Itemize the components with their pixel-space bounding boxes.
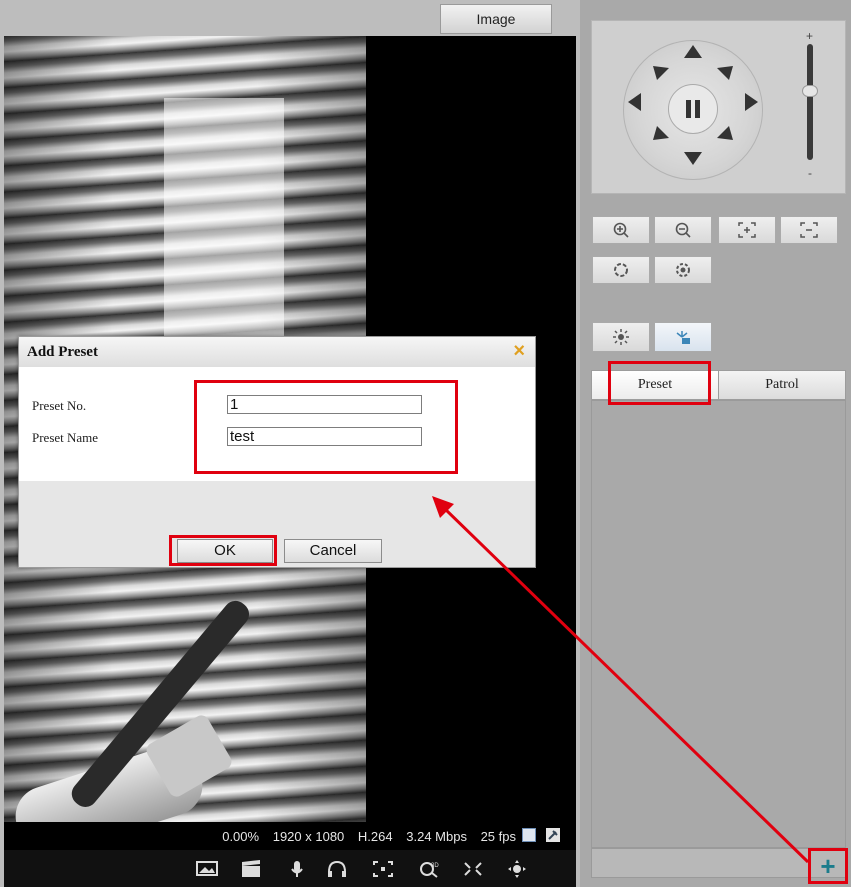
- annotation-arrow: [432, 496, 810, 864]
